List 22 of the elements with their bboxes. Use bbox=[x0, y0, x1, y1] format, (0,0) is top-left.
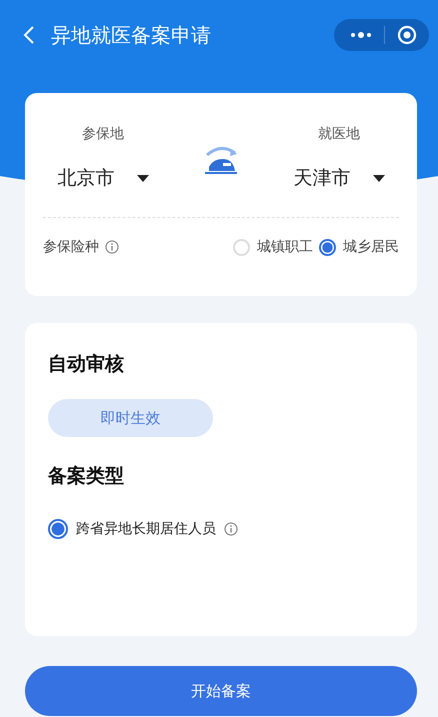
radio-button[interactable] bbox=[48, 519, 68, 539]
city-select[interactable]: 天津市 bbox=[294, 165, 384, 191]
caret-icon bbox=[136, 174, 148, 182]
radio-option[interactable]: 城镇职工 bbox=[233, 238, 313, 256]
option-label: 跨省异地长期居住人员 bbox=[76, 520, 216, 538]
location-label: 参保地 bbox=[82, 125, 124, 143]
section-title: 自动审核 bbox=[48, 352, 124, 377]
radio-option[interactable]: 城乡居民 bbox=[319, 238, 399, 256]
radio-button[interactable] bbox=[319, 238, 336, 256]
caret-icon bbox=[372, 174, 384, 182]
more-icon[interactable] bbox=[350, 31, 372, 39]
close-icon[interactable] bbox=[397, 25, 417, 45]
section-title: 备案类型 bbox=[48, 464, 124, 489]
start-filing-button[interactable]: 开始备案 bbox=[25, 666, 417, 716]
info-icon bbox=[224, 522, 238, 536]
location-label: 就医地 bbox=[318, 125, 360, 143]
page-title: 异地就医备案申请 bbox=[51, 22, 212, 48]
info-icon bbox=[105, 240, 119, 254]
city-select[interactable]: 北京市 bbox=[58, 165, 148, 191]
status-tag: 即时生效 bbox=[48, 399, 213, 437]
back-icon[interactable] bbox=[23, 26, 35, 44]
insurance-label: 参保险种 bbox=[43, 238, 99, 256]
